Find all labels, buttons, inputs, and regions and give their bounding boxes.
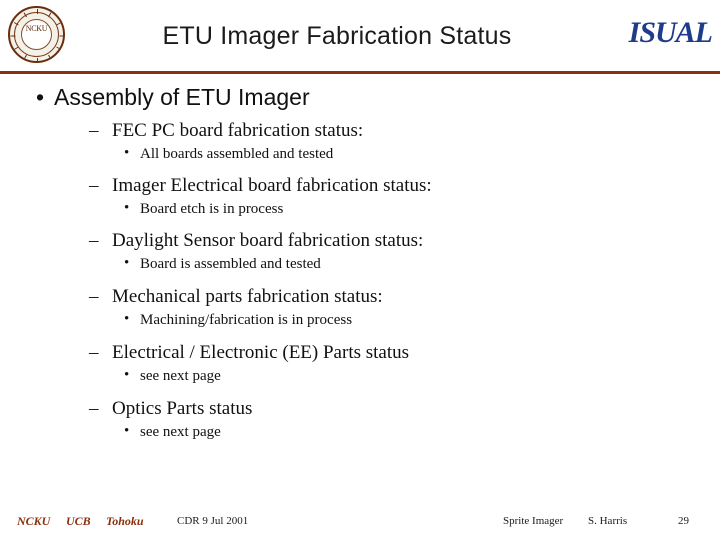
bullet-level3-label: All boards assembled and tested xyxy=(140,146,334,162)
bullet-level2-label: Daylight Sensor board fabrication status… xyxy=(112,230,424,251)
bullet-level3: • All boards assembled and tested xyxy=(0,145,720,163)
bullet-level2-label: FEC PC board fabrication status: xyxy=(112,120,364,141)
dash-marker-icon: – xyxy=(89,230,99,251)
bullet-level2: – Mechanical parts fabrication status: xyxy=(0,286,720,308)
bullet-marker-icon: • xyxy=(36,84,45,110)
bullet-marker-icon: • xyxy=(124,311,130,327)
bullet-marker-icon: • xyxy=(124,255,130,271)
slide-footer: NCKU UCB Tohoku CDR 9 Jul 2001 Sprite Im… xyxy=(0,514,720,530)
seal-tick xyxy=(36,58,38,61)
bullet-level3-label: see next page xyxy=(140,368,221,384)
slide: NCKU ETU Imager Fabrication Status ISUAL… xyxy=(0,0,720,540)
dash-marker-icon: – xyxy=(89,398,99,419)
bullet-level1-label: Assembly of ETU Imager xyxy=(54,84,310,110)
seal-tick xyxy=(55,46,61,50)
seal-tick xyxy=(47,54,51,60)
bullet-level3-label: see next page xyxy=(140,424,221,440)
dash-marker-icon: – xyxy=(89,286,99,307)
bullet-level2: – Imager Electrical board fabrication st… xyxy=(0,175,720,197)
bullet-marker-icon: • xyxy=(124,423,130,439)
bullet-level3-label: Board etch is in process xyxy=(140,201,284,217)
bullet-level2-label: Imager Electrical board fabrication stat… xyxy=(112,175,432,196)
seal-tick xyxy=(13,46,19,50)
bullet-level1: • Assembly of ETU Imager xyxy=(0,84,720,111)
seal-tick xyxy=(59,35,63,37)
bullet-level2-label: Optics Parts status xyxy=(112,398,253,419)
seal-tick xyxy=(36,9,38,14)
dash-marker-icon: – xyxy=(89,175,99,196)
dash-marker-icon: – xyxy=(89,342,99,363)
footer-ncku: NCKU xyxy=(17,514,51,528)
isual-logo: ISUAL xyxy=(616,16,713,54)
bullet-level3: • Board is assembled and tested xyxy=(0,255,720,273)
footer-sprite-imager: Sprite Imager xyxy=(503,515,564,527)
university-seal-icon: NCKU xyxy=(8,6,65,63)
seal-tick xyxy=(23,54,27,60)
seal-tick xyxy=(10,35,15,37)
footer-page-number: 29 xyxy=(678,515,689,527)
slide-body: • Assembly of ETU Imager – FEC PC board … xyxy=(0,84,720,449)
bullet-level2-label: Mechanical parts fabrication status: xyxy=(112,286,383,307)
footer-author: S. Harris xyxy=(588,515,628,527)
bullet-level2: – Electrical / Electronic (EE) Parts sta… xyxy=(0,342,720,364)
bullet-level3-label: Board is assembled and tested xyxy=(140,256,321,272)
footer-tohoku: Tohoku xyxy=(106,514,144,528)
bullet-level2: – FEC PC board fabrication status: xyxy=(0,120,720,142)
slide-header: NCKU ETU Imager Fabrication Status ISUAL xyxy=(0,0,720,74)
footer-cdr-date: CDR 9 Jul 2001 xyxy=(177,515,249,527)
footer-ucb: UCB xyxy=(66,514,91,528)
bullet-marker-icon: • xyxy=(124,145,130,161)
bullet-level2-label: Electrical / Electronic (EE) Parts statu… xyxy=(112,342,410,363)
bullet-level3: • Board etch is in process xyxy=(0,200,720,218)
bullet-level3: • Machining/fabrication is in process xyxy=(0,311,720,329)
bullet-level3-label: Machining/fabrication is in process xyxy=(140,312,353,328)
header-divider xyxy=(0,71,720,74)
bullet-level3: • see next page xyxy=(0,367,720,385)
bullet-level3: • see next page xyxy=(0,423,720,441)
bullet-marker-icon: • xyxy=(124,367,130,383)
bullet-marker-icon: • xyxy=(124,200,130,216)
page-title: ETU Imager Fabrication Status xyxy=(162,22,512,50)
dash-marker-icon: – xyxy=(89,120,99,141)
isual-logo-text: ISUAL xyxy=(628,16,713,49)
bullet-level2: – Optics Parts status xyxy=(0,398,720,420)
bullet-level2: – Daylight Sensor board fabrication stat… xyxy=(0,230,720,252)
